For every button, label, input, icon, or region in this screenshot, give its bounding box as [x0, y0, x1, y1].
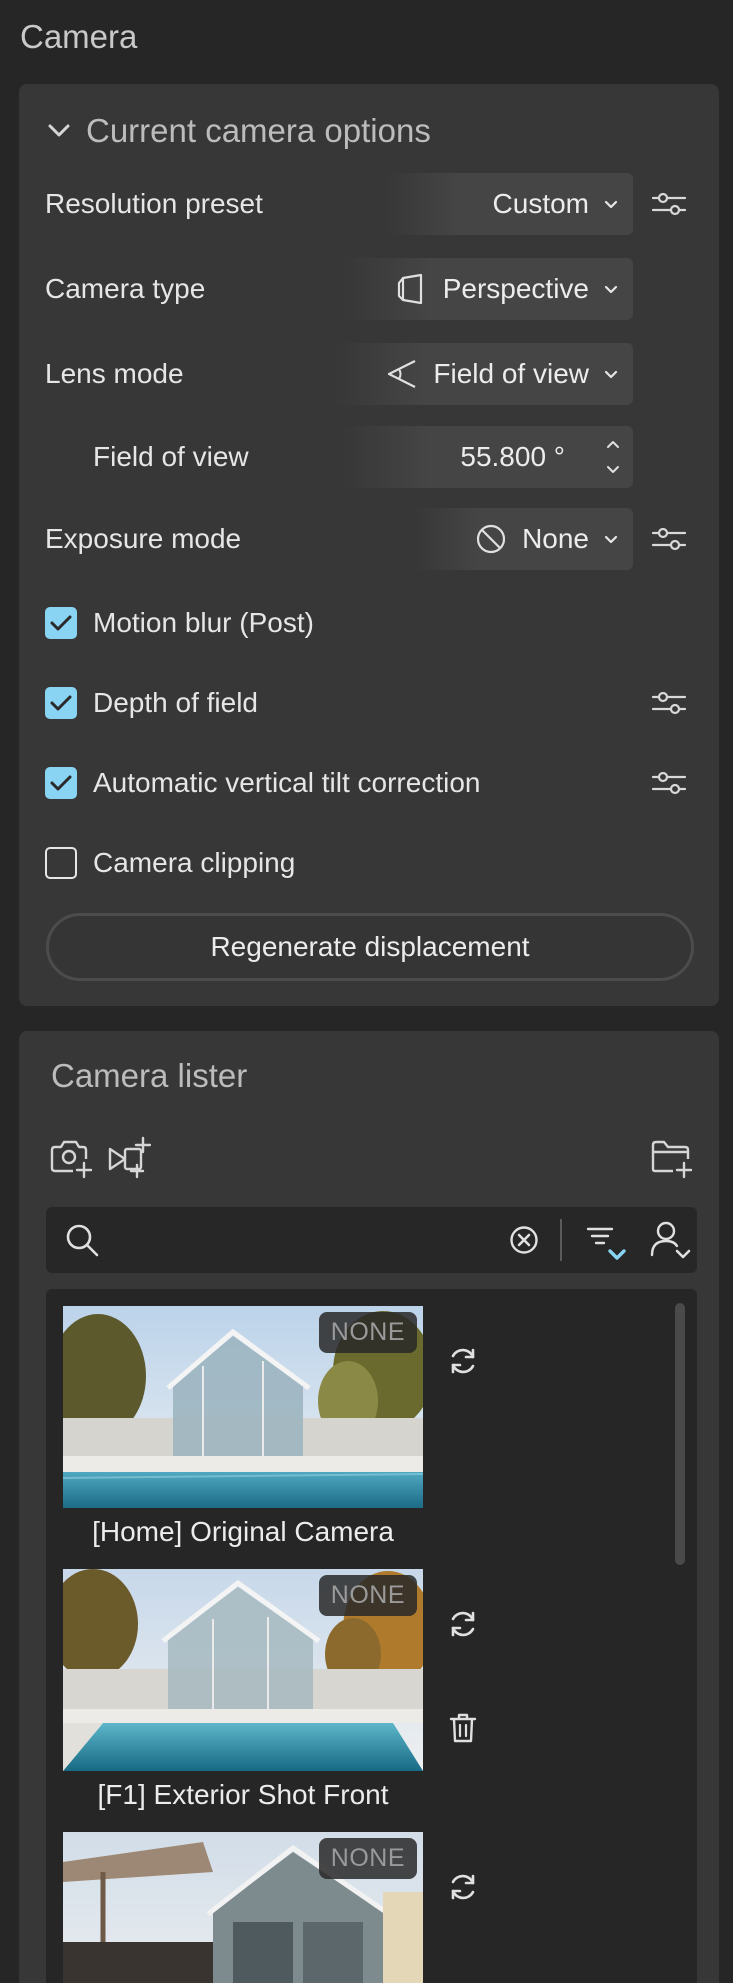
add-camera-icon[interactable]: [49, 1135, 93, 1179]
field-of-view-stepper[interactable]: 55.800 °: [341, 426, 633, 488]
camera-type-value: Perspective: [442, 273, 589, 304]
field-of-view-value: 55.800 °: [460, 441, 565, 472]
section-title: Current camera options: [86, 112, 431, 149]
refresh-icon[interactable]: [446, 1607, 480, 1641]
chevron-down-icon: [604, 285, 618, 294]
camera-type-dropdown[interactable]: Perspective: [343, 258, 633, 320]
lens-mode-label: Lens mode: [45, 358, 184, 389]
tilt-correction-checkbox[interactable]: [45, 767, 77, 799]
settings-sliders-icon[interactable]: [651, 688, 687, 718]
resolution-preset-row: Resolution preset Custom: [19, 173, 719, 235]
camera-type-row: Camera type Perspective: [19, 258, 719, 320]
search-divider: [560, 1219, 562, 1261]
tilt-correction-row: Automatic vertical tilt correction: [19, 752, 719, 814]
settings-sliders-icon[interactable]: [651, 524, 687, 554]
lens-mode-dropdown[interactable]: Field of view: [333, 343, 633, 405]
none-circle-icon: [476, 524, 506, 554]
camera-thumbnail[interactable]: NONE: [63, 1569, 423, 1771]
camera-badge: NONE: [318, 1838, 417, 1879]
stepper-arrows-icon[interactable]: [601, 432, 625, 482]
exposure-mode-value: None: [522, 523, 589, 554]
perspective-icon: [397, 273, 422, 305]
chevron-down-icon: [604, 370, 618, 379]
camera-type-label: Camera type: [45, 273, 206, 304]
camera-panel: Camera Current camera options Resolution…: [0, 0, 733, 1983]
motion-blur-label: Motion blur (Post): [93, 607, 314, 638]
add-folder-icon[interactable]: [649, 1135, 693, 1179]
search-icon: [66, 1224, 99, 1257]
camera-search-bar: [46, 1207, 697, 1273]
tilt-correction-label: Automatic vertical tilt correction: [93, 767, 481, 798]
camera-name: [F1] Exterior Shot Front: [97, 1779, 389, 1810]
chevron-down-icon: [604, 535, 618, 544]
camera-list-item[interactable]: NONE [F1] Exterior Shot Front: [63, 1569, 423, 1811]
motion-blur-checkbox[interactable]: [45, 607, 77, 639]
camera-thumbnail[interactable]: NONE: [63, 1832, 423, 1983]
depth-of-field-checkbox[interactable]: [45, 687, 77, 719]
refresh-icon[interactable]: [446, 1344, 480, 1378]
camera-list-item[interactable]: NONE: [63, 1832, 423, 1983]
camera-list-item[interactable]: NONE [Home] Original Camera: [63, 1306, 423, 1548]
resolution-preset-dropdown[interactable]: Custom: [383, 173, 633, 235]
camera-lister-title: Camera lister: [51, 1057, 248, 1094]
exposure-mode-row: Exposure mode None: [19, 508, 719, 570]
exposure-mode-dropdown[interactable]: None: [413, 508, 633, 570]
clear-search-icon[interactable]: [509, 1225, 539, 1255]
field-of-view-row: Field of view 55.800 °: [19, 426, 719, 488]
camera-clipping-row: Camera clipping: [19, 832, 719, 894]
camera-list: NONE [Home] Original Camera NONE [F1] Ex…: [46, 1289, 697, 1983]
add-camera-view-icon[interactable]: [107, 1135, 151, 1179]
camera-name: [Home] Original Camera: [92, 1516, 394, 1547]
resolution-preset-value: Custom: [492, 188, 589, 219]
chevron-down-icon: [48, 124, 70, 137]
depth-of-field-row: Depth of field: [19, 672, 719, 734]
camera-search-input[interactable]: [114, 1217, 474, 1263]
settings-sliders-icon[interactable]: [651, 189, 687, 219]
camera-thumbnail[interactable]: NONE: [63, 1306, 423, 1508]
user-filter-icon[interactable]: [648, 1219, 696, 1267]
motion-blur-row: Motion blur (Post): [19, 592, 719, 654]
trash-icon[interactable]: [446, 1711, 480, 1745]
camera-options-panel: Current camera options Resolution preset…: [19, 84, 719, 1006]
exposure-mode-label: Exposure mode: [45, 523, 242, 554]
resolution-preset-label: Resolution preset: [45, 188, 263, 219]
field-of-view-label: Field of view: [93, 441, 249, 472]
camera-clipping-checkbox[interactable]: [45, 847, 77, 879]
chevron-down-icon: [604, 200, 618, 209]
camera-badge: NONE: [318, 1312, 417, 1353]
lens-mode-value: Field of view: [433, 358, 589, 389]
filter-icon[interactable]: [584, 1221, 632, 1269]
window-title: Camera: [20, 18, 138, 55]
settings-sliders-icon[interactable]: [651, 768, 687, 798]
depth-of-field-label: Depth of field: [93, 687, 258, 718]
field-of-view-icon: [388, 360, 416, 388]
lens-mode-row: Lens mode Field of view: [19, 343, 719, 405]
camera-lister-panel: Camera lister NONE [Home] Original Camer…: [19, 1031, 719, 1983]
refresh-icon[interactable]: [446, 1870, 480, 1904]
list-scrollbar[interactable]: [675, 1303, 685, 1565]
camera-badge: NONE: [318, 1575, 417, 1616]
section-header-camera-options[interactable]: Current camera options: [46, 108, 431, 154]
camera-clipping-label: Camera clipping: [93, 847, 296, 878]
regenerate-displacement-button[interactable]: Regenerate displacement: [46, 913, 694, 981]
